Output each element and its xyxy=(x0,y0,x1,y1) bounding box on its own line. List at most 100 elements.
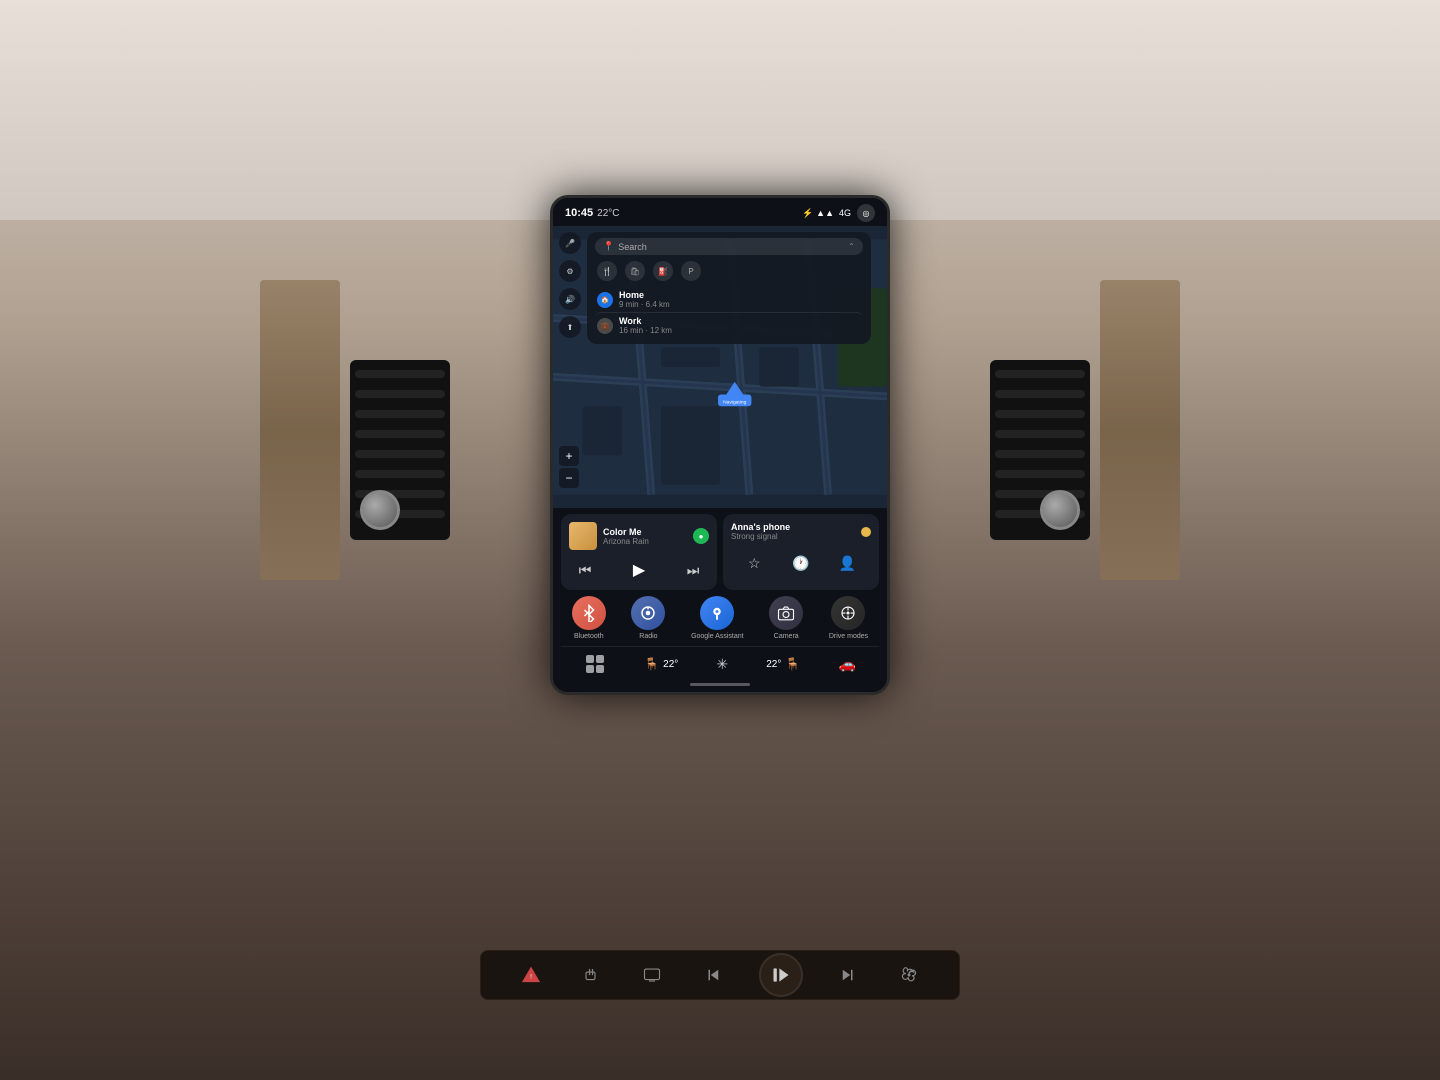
map-nav-icon[interactable]: ⬆ xyxy=(559,316,581,338)
media-artist: Arizona Rain xyxy=(603,537,687,546)
grid-dot-4 xyxy=(596,665,604,673)
climate-fan[interactable]: ✳ xyxy=(716,656,728,673)
phone-recents-button[interactable]: 🕐 xyxy=(787,549,815,577)
infotainment-screen: 10:45 22°C ⚡ ▲▲ 4G ◎ xyxy=(550,195,890,695)
bluetooth-app-label: Bluetooth xyxy=(574,633,604,640)
drive-modes-icon-circle xyxy=(831,596,865,630)
map-section[interactable]: Navigating 🎤 ⚙ 🔊 ⬆ 📍 Search xyxy=(553,226,887,508)
prev-track-phys-button[interactable] xyxy=(698,960,728,990)
nav-cat-shopping[interactable]: 🛍 xyxy=(625,261,645,281)
map-mic-icon[interactable]: 🎤 xyxy=(559,232,581,254)
seat-heat-button[interactable] xyxy=(577,960,607,990)
app-google-assistant[interactable]: Google Assistant xyxy=(691,596,744,640)
fan-icon: ✳ xyxy=(716,656,728,673)
camera-icon-circle xyxy=(769,596,803,630)
app-bluetooth[interactable]: Bluetooth xyxy=(572,596,606,640)
app-grid-row: Bluetooth Radio xyxy=(561,596,879,640)
google-assistant-icon-circle xyxy=(700,596,734,630)
camera-app-label: Camera xyxy=(774,633,799,640)
search-input-text: Search xyxy=(618,242,647,252)
grid-dot-1 xyxy=(586,655,594,663)
driver-seat-heat[interactable]: 🪑 22° xyxy=(644,657,678,671)
app-radio[interactable]: Radio xyxy=(631,596,665,640)
next-track-phys-button[interactable] xyxy=(833,960,863,990)
media-card-header: Color Me Arizona Rain ● xyxy=(569,522,709,550)
phone-favorites-button[interactable]: ☆ xyxy=(740,549,768,577)
passenger-seat-heat[interactable]: 22° 🪑 xyxy=(766,657,800,671)
status-temp: 22°C xyxy=(597,208,619,219)
nav-work-icon: 💼 xyxy=(597,318,613,334)
bluetooth-icon-circle xyxy=(572,596,606,630)
car-icon: 🚗 xyxy=(838,656,855,673)
media-card[interactable]: Color Me Arizona Rain ● ⏮ ▶ ⏭ xyxy=(561,514,717,590)
radio-app-label: Radio xyxy=(639,633,657,640)
fan-phys-button[interactable] xyxy=(894,960,924,990)
nav-cat-restaurant[interactable]: 🍴 xyxy=(597,261,617,281)
nav-panel: 📍 Search ⌃ 🍴 🛍 ⛽ P 🏠 xyxy=(587,232,871,344)
svg-text:Navigating: Navigating xyxy=(723,399,746,405)
nav-work-info: Work 16 min · 12 km xyxy=(619,316,861,335)
media-song-title: Color Me xyxy=(603,527,687,537)
phone-card[interactable]: Anna's phone Strong signal ☆ 🕐 👤 xyxy=(723,514,879,590)
wifi-status-icon: ▲▲ xyxy=(816,208,834,218)
drive-modes-app-label: Drive modes xyxy=(829,633,868,640)
media-phone-row: Color Me Arizona Rain ● ⏮ ▶ ⏭ xyxy=(561,514,879,590)
phone-info: Anna's phone Strong signal xyxy=(731,522,861,541)
play-pause-button[interactable]: ▶ xyxy=(627,558,651,582)
media-info: Color Me Arizona Rain xyxy=(603,527,687,546)
phone-name: Anna's phone xyxy=(731,522,861,532)
prev-track-button[interactable]: ⏮ xyxy=(573,558,597,582)
hazard-button[interactable]: ! xyxy=(516,960,546,990)
app-camera[interactable]: Camera xyxy=(769,596,803,640)
passenger-temp: 22° xyxy=(766,659,781,670)
phone-actions: ☆ 🕐 👤 xyxy=(731,549,871,577)
nav-dest-work[interactable]: 💼 Work 16 min · 12 km xyxy=(595,312,863,338)
spotify-icon: ● xyxy=(693,528,709,544)
status-bar: 10:45 22°C ⚡ ▲▲ 4G ◎ xyxy=(553,198,887,226)
physical-controls-bar: ! xyxy=(480,950,960,1000)
knob-right[interactable] xyxy=(1040,490,1080,530)
passenger-seat-icon: 🪑 xyxy=(785,657,800,671)
phone-header: Anna's phone Strong signal xyxy=(731,522,871,541)
bottom-sections: Color Me Arizona Rain ● ⏮ ▶ ⏭ xyxy=(553,508,887,692)
zoom-out-button[interactable]: − xyxy=(559,468,579,488)
zoom-in-button[interactable]: + xyxy=(559,446,579,466)
nav-dest-home[interactable]: 🏠 Home 9 min · 6.4 km xyxy=(595,287,863,312)
nav-work-detail: 16 min · 12 km xyxy=(619,326,861,335)
app-drive-modes[interactable]: Drive modes xyxy=(829,596,868,640)
driver-seat-icon: 🪑 xyxy=(644,657,659,671)
map-settings-icon[interactable]: ⚙ xyxy=(559,260,581,282)
map-sidebar: 🎤 ⚙ 🔊 ⬆ xyxy=(559,232,581,338)
climate-row: 🪑 22° ✳ 22° 🪑 🚗 xyxy=(561,646,879,679)
nav-search-input[interactable]: 📍 Search ⌃ xyxy=(595,238,863,255)
nav-home-info: Home 9 min · 6.4 km xyxy=(619,290,861,309)
status-icons: ⚡ ▲▲ 4G xyxy=(802,208,851,219)
knob-left[interactable] xyxy=(360,490,400,530)
screen-ui: 10:45 22°C ⚡ ▲▲ 4G ◎ xyxy=(553,198,887,692)
nav-cat-parking[interactable]: P xyxy=(681,261,701,281)
phone-contacts-button[interactable]: 👤 xyxy=(834,549,862,577)
grid-dot-2 xyxy=(596,655,604,663)
map-audio-icon[interactable]: 🔊 xyxy=(559,288,581,310)
google-assistant-app-label: Google Assistant xyxy=(691,633,744,640)
search-pin-icon: 📍 xyxy=(603,241,614,252)
apps-grid-button[interactable] xyxy=(584,653,606,675)
nav-categories: 🍴 🛍 ⛽ P xyxy=(595,261,863,281)
album-art xyxy=(569,522,597,550)
driver-temp: 22° xyxy=(663,659,678,670)
display-button[interactable] xyxy=(637,960,667,990)
map-zoom-controls: + − xyxy=(559,446,579,488)
search-expand-icon: ⌃ xyxy=(848,242,855,251)
nav-home-detail: 9 min · 6.4 km xyxy=(619,300,861,309)
radio-icon-circle xyxy=(631,596,665,630)
next-track-button[interactable]: ⏭ xyxy=(681,558,705,582)
network-status: 4G xyxy=(839,208,851,218)
compass-icon[interactable]: ◎ xyxy=(857,204,875,222)
nav-home-name: Home xyxy=(619,290,861,300)
play-pause-phys-button[interactable] xyxy=(759,953,803,997)
status-time: 10:45 xyxy=(565,207,593,219)
car-climate-icon[interactable]: 🚗 xyxy=(838,656,855,673)
phone-signal: Strong signal xyxy=(731,532,861,541)
nav-cat-gas[interactable]: ⛽ xyxy=(653,261,673,281)
media-controls: ⏮ ▶ ⏭ xyxy=(569,558,709,582)
